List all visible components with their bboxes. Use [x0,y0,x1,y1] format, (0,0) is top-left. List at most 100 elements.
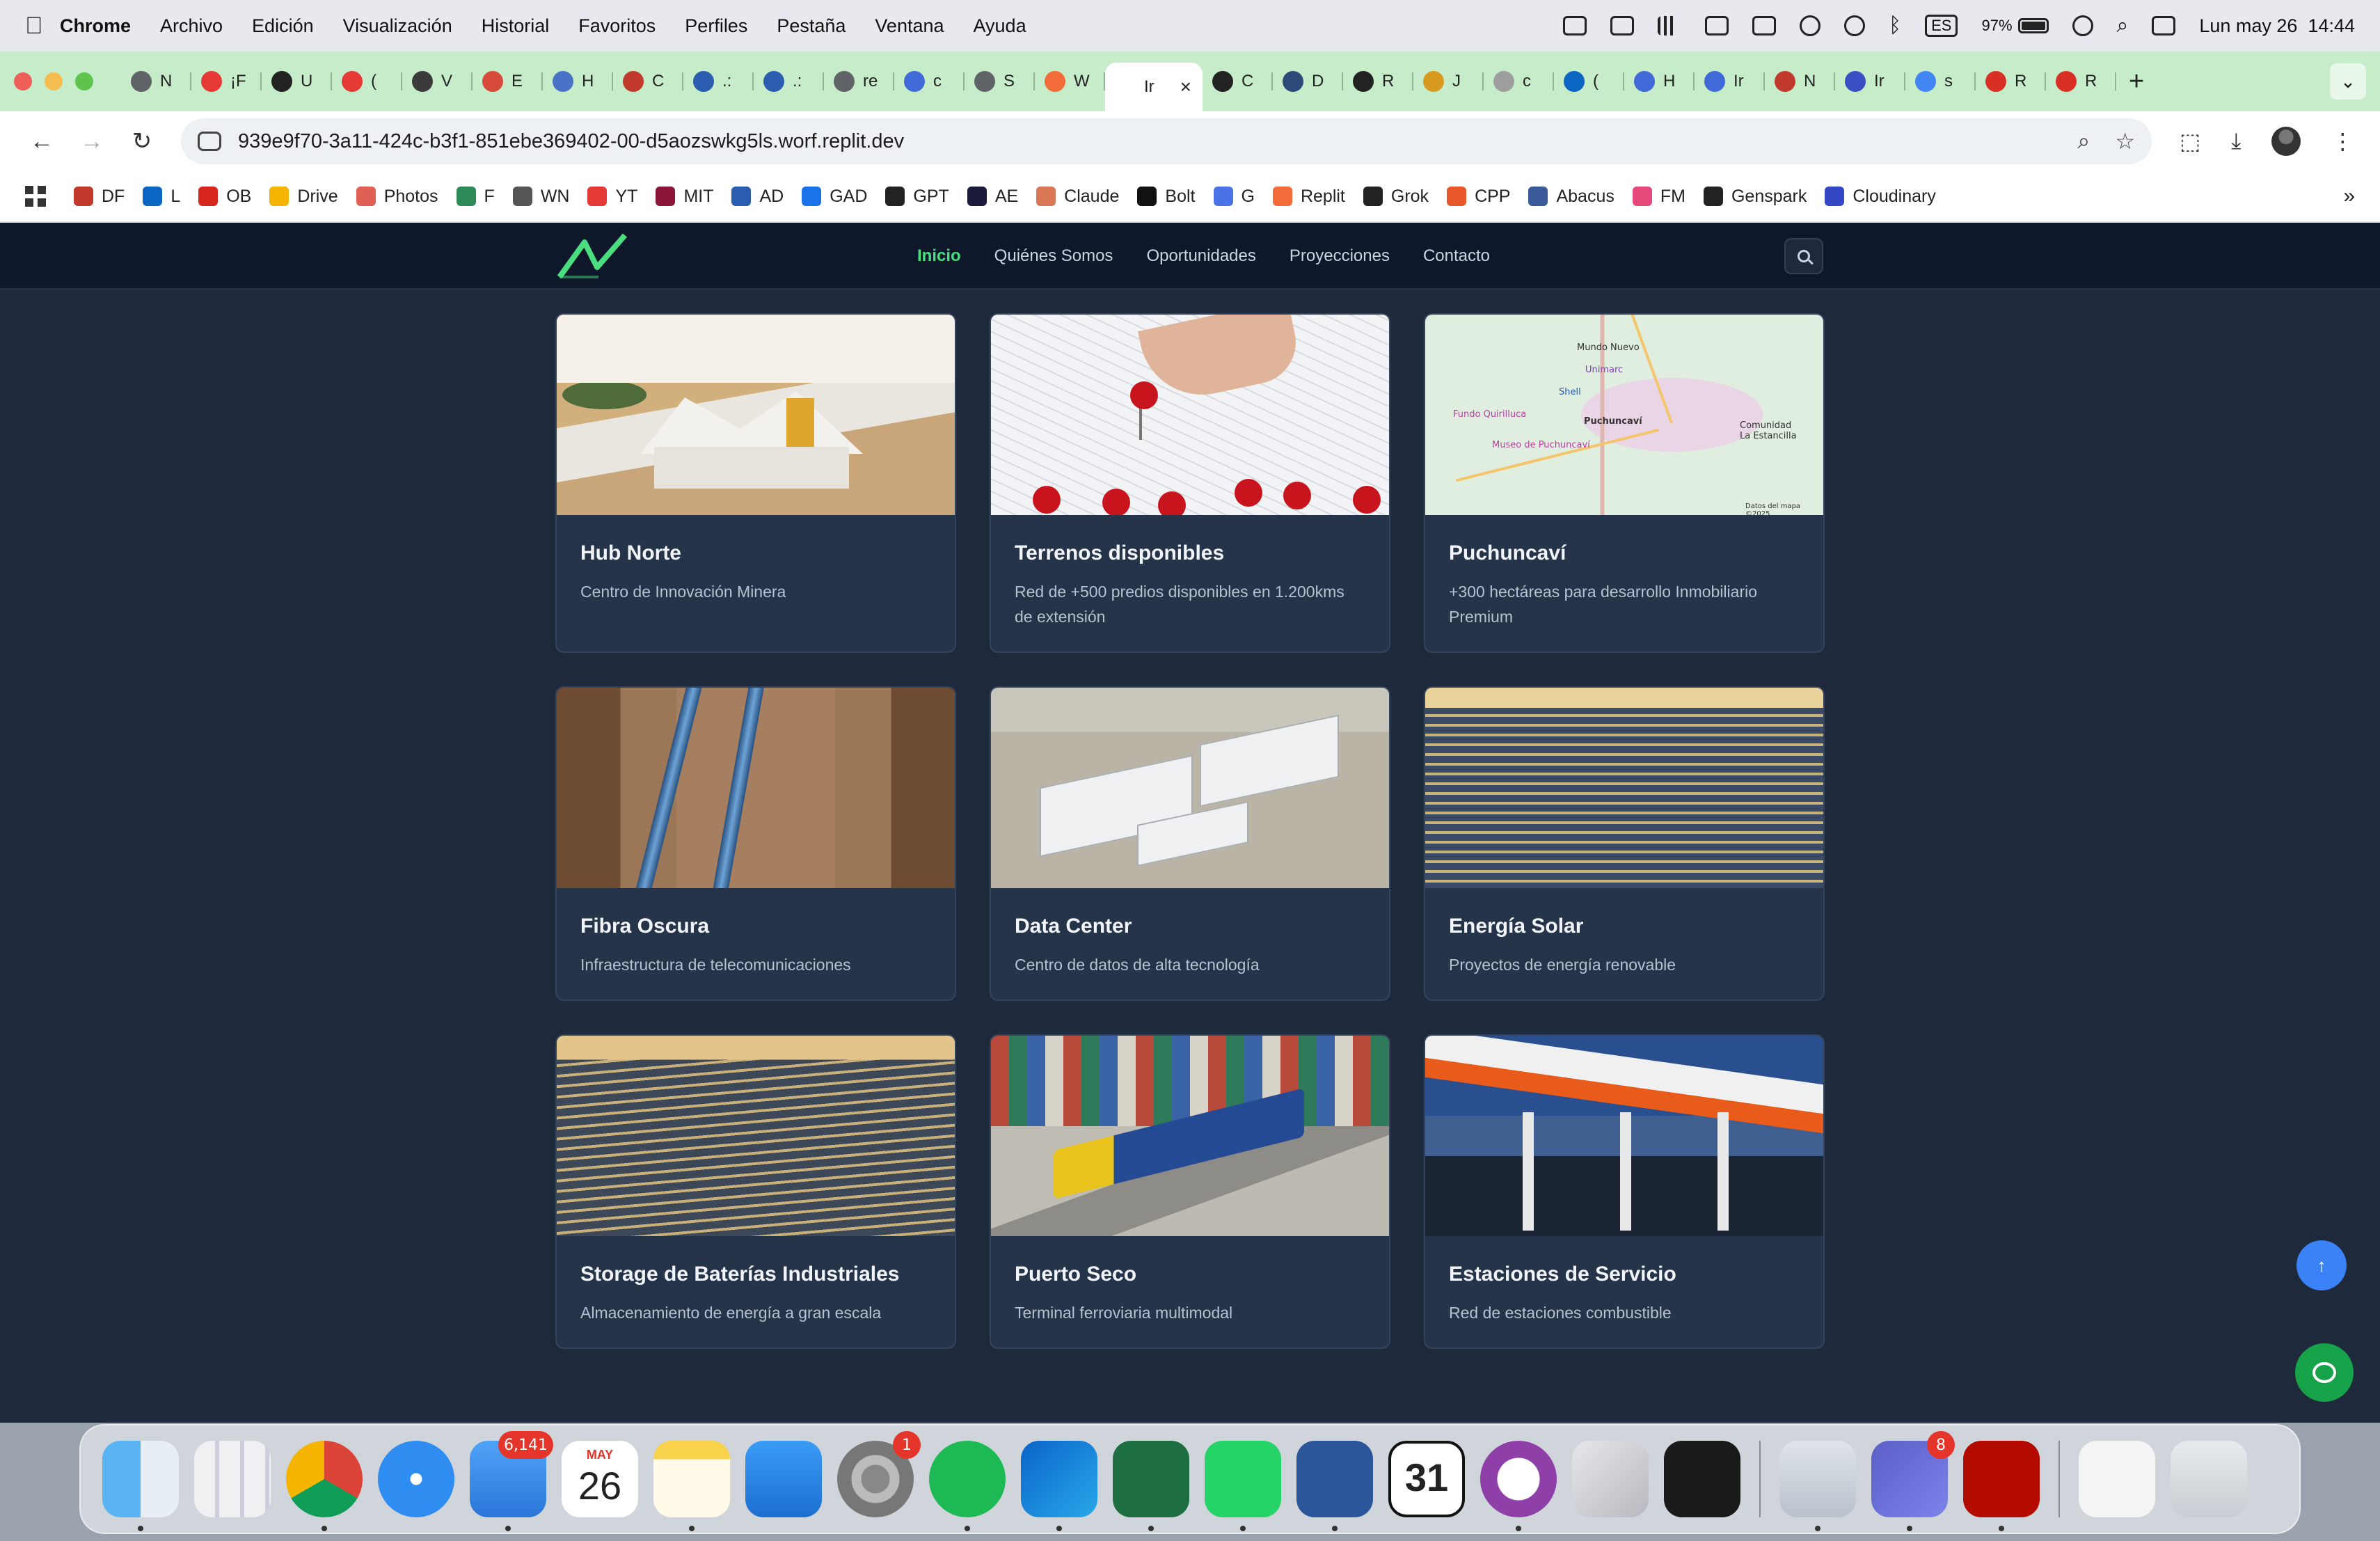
bookmark-item[interactable]: CPP [1447,187,1510,207]
site-logo-icon[interactable] [557,232,629,281]
system-settings-icon[interactable]: 1 [837,1431,921,1517]
close-tab-icon[interactable]: × [1180,76,1191,98]
menu-perfiles[interactable]: Perfiles [685,15,747,37]
card-puerto-seco[interactable]: Puerto Seco Terminal ferroviaria multimo… [990,1034,1390,1349]
more-bookmarks-chevron-icon[interactable]: » [2343,184,2355,208]
browser-tab[interactable]: J [1413,60,1484,103]
browser-tab[interactable]: .: [683,60,754,103]
menu-edicion[interactable]: Edición [252,15,314,37]
battery-status[interactable]: 97% [1981,17,2049,35]
chrome-menu-icon[interactable]: ⋮ [2331,128,2354,155]
browser-tab[interactable]: ( [332,60,402,103]
browser-tab[interactable]: N [121,60,191,103]
calendar-app-icon[interactable]: 31 [1388,1441,1465,1517]
apple-menu-icon[interactable]:  [25,13,60,40]
bookmark-star-icon[interactable]: ☆ [2115,128,2135,155]
extensions-puzzle-icon[interactable]: ⬚ [2180,128,2200,155]
browser-tab[interactable]: W [1035,60,1105,103]
browser-tab[interactable]: ¡F [191,60,262,103]
card-estaciones-servicio[interactable]: Estaciones de Servicio Red de estaciones… [1424,1034,1825,1349]
browser-tab[interactable]: .: [754,60,824,103]
teams-icon[interactable]: 8 [1871,1431,1955,1531]
apps-grid-icon[interactable] [25,186,46,207]
card-hub-norte[interactable]: Hub Norte Centro de Innovación Minera [555,313,956,653]
card-data-center[interactable]: Data Center Centro de datos de alta tecn… [990,686,1390,1001]
reload-icon[interactable]: ↻ [117,127,167,155]
control-center-icon[interactable] [2152,16,2176,35]
browser-tab[interactable]: R [1343,60,1413,103]
status-app-icon-4[interactable] [1752,16,1777,35]
card-puchuncavi[interactable]: Mundo Nuevo Unimarc Shell Fundo Quirillu… [1424,313,1825,653]
card-terrenos-disponibles[interactable]: Terrenos disponibles Red de +500 predios… [990,313,1390,653]
browser-tab[interactable]: s [1905,60,1976,103]
bookmark-item[interactable]: L [143,187,180,207]
browser-tab[interactable]: R [1976,60,2046,103]
keynote-icon[interactable] [745,1441,822,1517]
app-orange-squares-icon[interactable] [1664,1441,1740,1517]
scroll-to-top-button[interactable]: ↑ [2296,1240,2347,1290]
launchpad-icon[interactable] [194,1441,271,1517]
browser-tab[interactable]: H [1624,60,1695,103]
menu-historial[interactable]: Historial [482,15,550,37]
zoom-window-button[interactable] [75,72,93,90]
menu-favoritos[interactable]: Favoritos [578,15,656,37]
audio-waveform-icon[interactable] [1658,16,1682,35]
tab-search-chevron-icon[interactable]: ⌄ [2330,63,2366,100]
whatsapp-icon[interactable] [1205,1441,1281,1531]
bookmark-item[interactable]: AD [731,187,784,207]
bookmark-item[interactable]: AE [967,187,1018,207]
spotlight-search-icon[interactable]: ⌕ [2117,14,2129,38]
play-icon[interactable] [1800,15,1821,36]
nav-inicio[interactable]: Inicio [917,246,961,266]
iphone-mirroring-icon[interactable] [1572,1441,1649,1517]
browser-tab[interactable]: C [1203,60,1273,103]
downloads-icon[interactable]: ⤓ [2231,128,2241,155]
browser-tab[interactable]: N [1765,60,1835,103]
card-storage-baterias[interactable]: Storage de Baterías Industriales Almacen… [555,1034,956,1349]
zoom-icon[interactable]: ⌕ [2077,128,2090,155]
bookmark-item[interactable]: GPT [885,187,949,207]
card-fibra-oscura[interactable]: Fibra Oscura Infraestructura de telecomu… [555,686,956,1001]
menu-ayuda[interactable]: Ayuda [974,15,1026,37]
active-tab[interactable]: Ir × [1105,63,1203,111]
chrome-icon[interactable] [286,1441,363,1531]
excel-icon[interactable] [1113,1441,1189,1531]
bookmark-item[interactable]: OB [198,187,251,207]
browser-tab[interactable]: Ir [1695,60,1765,103]
browser-tab[interactable]: U [262,60,332,103]
preview-icon[interactable] [1779,1441,1856,1531]
bookmark-item[interactable]: DF [74,187,125,207]
safari-icon[interactable] [378,1441,454,1517]
trash-icon[interactable] [2171,1441,2247,1517]
new-tab-button[interactable]: + [2129,67,2144,97]
bookmark-item[interactable]: Cloudinary [1825,187,1936,207]
browser-tab[interactable]: c [1484,60,1554,103]
acrobat-icon[interactable] [1963,1441,2040,1531]
bookmark-item[interactable]: Photos [356,187,438,207]
site-search-button[interactable] [1784,238,1823,274]
minimize-window-button[interactable] [45,72,63,90]
mail-icon[interactable]: 6,141 [470,1431,553,1531]
status-app-icon-1[interactable] [1563,16,1587,35]
card-energia-solar[interactable]: Energía Solar Proyectos de energía renov… [1424,686,1825,1001]
address-url[interactable]: 939e9f70-3a11-424c-b3f1-851ebe369402-00-… [238,130,904,153]
finder-icon[interactable] [102,1441,179,1531]
spotify-icon[interactable] [929,1441,1006,1531]
forward-arrow-icon[interactable]: → [67,128,117,155]
outlook-icon[interactable] [1021,1441,1097,1531]
word-icon[interactable] [1296,1441,1373,1531]
menu-app-name[interactable]: Chrome [60,15,131,37]
notes-icon[interactable] [653,1441,730,1531]
browser-tab[interactable]: D [1273,60,1343,103]
back-arrow-icon[interactable]: ← [17,128,67,155]
airpods-icon[interactable] [1844,15,1866,36]
browser-tab[interactable]: R [2046,60,2116,103]
link-icon[interactable] [2072,15,2093,36]
nav-oportunidades[interactable]: Oportunidades [1146,246,1255,266]
bookmark-item[interactable]: Genspark [1703,187,1807,207]
chat-button[interactable] [2295,1343,2354,1402]
site-document-icon[interactable] [2079,1441,2155,1517]
menu-ventana[interactable]: Ventana [875,15,944,37]
menu-pestana[interactable]: Pestaña [777,15,846,37]
input-source-indicator[interactable]: ES [1925,15,1958,37]
